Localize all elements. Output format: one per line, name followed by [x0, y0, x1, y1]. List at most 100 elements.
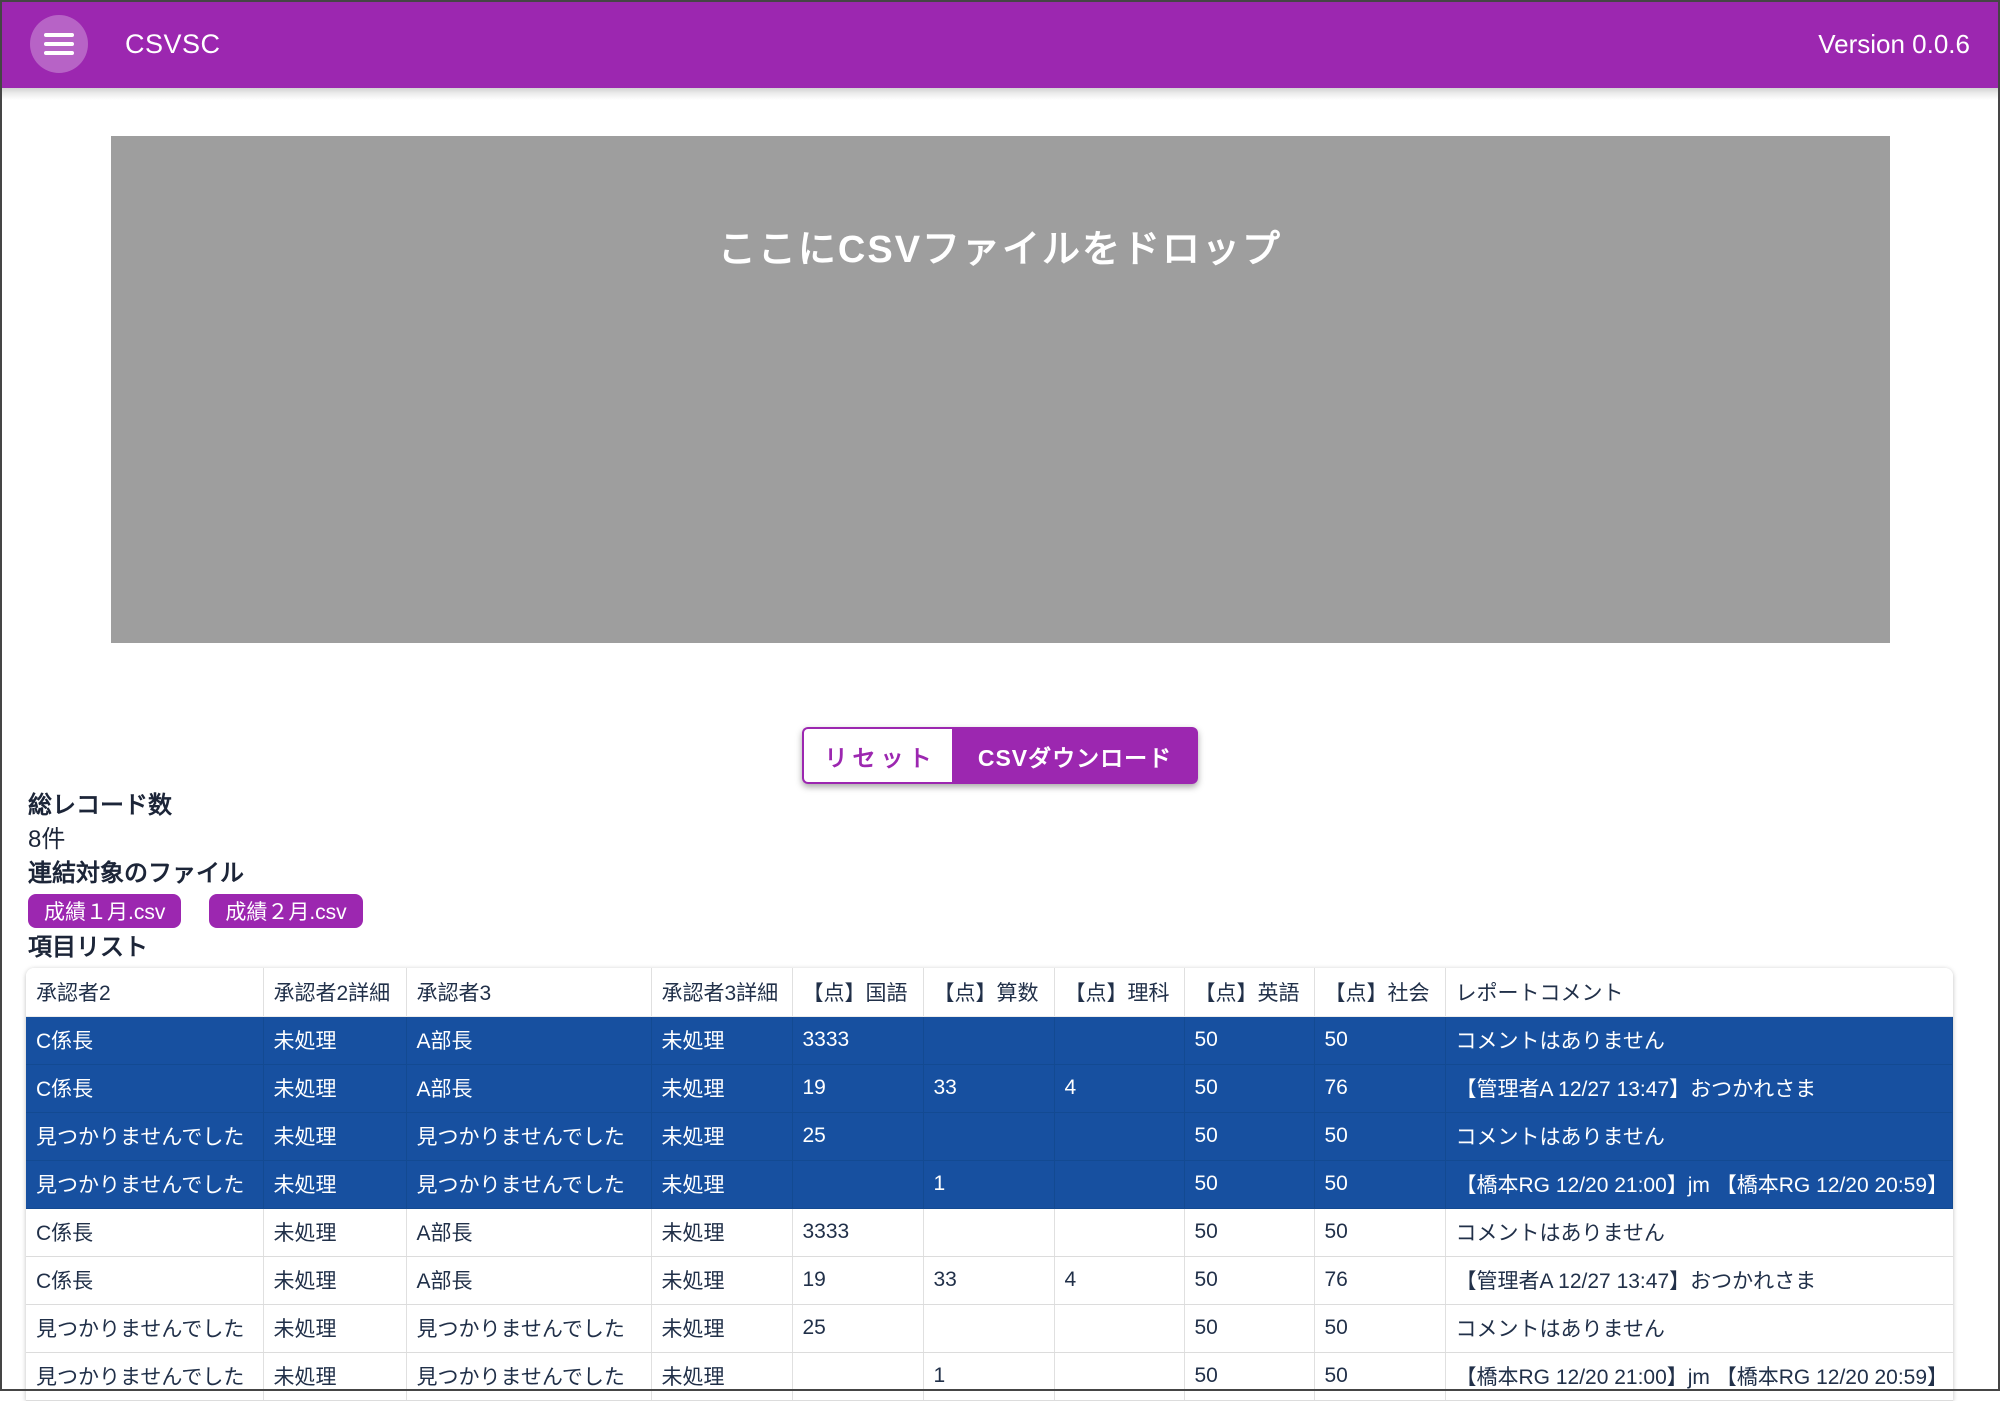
table-cell: 未処理	[651, 1064, 792, 1112]
column-header: 【点】理科	[1054, 968, 1184, 1016]
column-header: 【点】社会	[1314, 968, 1445, 1016]
table-cell	[923, 1112, 1054, 1160]
file-chips: 成績１月.csv成績２月.csv	[28, 894, 2000, 928]
table-cell: 見つかりませんでした	[406, 1352, 651, 1400]
menu-button[interactable]	[30, 15, 88, 73]
main-content: ここにCSVファイルをドロップ リセット CSVダウンロード 総レコード数 8件…	[0, 136, 2000, 1401]
table-cell	[1054, 1160, 1184, 1208]
app-bar-shadow	[0, 88, 2000, 100]
table-cell: コメントはありません	[1445, 1304, 1953, 1352]
table-cell: A部長	[406, 1064, 651, 1112]
table-cell: A部長	[406, 1208, 651, 1256]
items-table-container: 承認者2承認者2詳細承認者3承認者3詳細【点】国語【点】算数【点】理科【点】英語…	[26, 968, 1953, 1401]
table-cell: 未処理	[651, 1016, 792, 1064]
table-cell	[1054, 1112, 1184, 1160]
column-header: 【点】算数	[923, 968, 1054, 1016]
table-cell: 未処理	[651, 1208, 792, 1256]
table-cell: 50	[1314, 1304, 1445, 1352]
table-cell: 50	[1184, 1352, 1314, 1400]
version-label: Version 0.0.6	[1818, 29, 1970, 60]
table-cell: 50	[1184, 1208, 1314, 1256]
app-bar: CSVSC Version 0.0.6	[0, 0, 2000, 88]
table-cell: 3333	[792, 1016, 923, 1064]
table-cell: 19	[792, 1256, 923, 1304]
table-cell: 50	[1184, 1016, 1314, 1064]
table-cell: 見つかりませんでした	[406, 1304, 651, 1352]
table-cell: 見つかりませんでした	[406, 1112, 651, 1160]
reset-button[interactable]: リセット	[802, 727, 952, 784]
table-cell: 【管理者A 12/27 13:47】おつかれさま	[1445, 1064, 1953, 1112]
table-cell: 50	[1314, 1016, 1445, 1064]
total-records-value: 8件	[28, 826, 2000, 854]
table-row[interactable]: 見つかりませんでした未処理見つかりませんでした未処理15050【橋本RG 12/…	[26, 1352, 1953, 1400]
table-cell: 50	[1314, 1352, 1445, 1400]
csv-dropzone[interactable]: ここにCSVファイルをドロップ	[111, 136, 1890, 643]
table-cell	[1054, 1208, 1184, 1256]
table-cell: 1	[923, 1160, 1054, 1208]
items-table: 承認者2承認者2詳細承認者3承認者3詳細【点】国語【点】算数【点】理科【点】英語…	[26, 968, 1953, 1401]
table-cell: 見つかりませんでした	[26, 1160, 263, 1208]
table-cell: 未処理	[651, 1304, 792, 1352]
table-row[interactable]: 見つかりませんでした未処理見つかりませんでした未処理255050コメントはありま…	[26, 1112, 1953, 1160]
table-cell	[1054, 1352, 1184, 1400]
table-cell: 4	[1054, 1256, 1184, 1304]
table-cell: 50	[1184, 1160, 1314, 1208]
table-cell: 50	[1184, 1064, 1314, 1112]
column-header: 承認者2詳細	[263, 968, 406, 1016]
table-cell: 3333	[792, 1208, 923, 1256]
table-row[interactable]: 見つかりませんでした未処理見つかりませんでした未処理15050【橋本RG 12/…	[26, 1160, 1953, 1208]
table-row[interactable]: C係長未処理A部長未処理33335050コメントはありません	[26, 1208, 1953, 1256]
table-cell: 33	[923, 1256, 1054, 1304]
table-cell: 未処理	[651, 1160, 792, 1208]
table-cell: 未処理	[263, 1160, 406, 1208]
table-cell: 未処理	[651, 1256, 792, 1304]
table-cell: 未処理	[263, 1112, 406, 1160]
summary-section: 総レコード数 8件 連結対象のファイル 成績１月.csv成績２月.csv 項目リ…	[28, 792, 2000, 962]
table-cell: C係長	[26, 1064, 263, 1112]
items-list-label: 項目リスト	[28, 934, 2000, 962]
table-cell: 見つかりませんでした	[26, 1304, 263, 1352]
table-cell: コメントはありません	[1445, 1112, 1953, 1160]
table-cell: 50	[1184, 1304, 1314, 1352]
file-chip: 成績１月.csv	[28, 894, 181, 928]
table-row[interactable]: C係長未処理A部長未処理193345076【管理者A 12/27 13:47】お…	[26, 1256, 1953, 1304]
files-label: 連結対象のファイル	[28, 860, 2000, 888]
column-header: 承認者3	[406, 968, 651, 1016]
csv-download-button[interactable]: CSVダウンロード	[952, 727, 1198, 784]
table-cell: 25	[792, 1304, 923, 1352]
table-cell	[792, 1160, 923, 1208]
table-cell: 50	[1314, 1208, 1445, 1256]
table-cell: 25	[792, 1112, 923, 1160]
table-cell: C係長	[26, 1016, 263, 1064]
hamburger-icon	[44, 28, 74, 60]
table-cell: 4	[1054, 1064, 1184, 1112]
column-header: 承認者3詳細	[651, 968, 792, 1016]
table-cell: コメントはありません	[1445, 1208, 1953, 1256]
table-row[interactable]: 見つかりませんでした未処理見つかりませんでした未処理255050コメントはありま…	[26, 1304, 1953, 1352]
table-cell: 【管理者A 12/27 13:47】おつかれさま	[1445, 1256, 1953, 1304]
table-cell: 50	[1314, 1112, 1445, 1160]
table-cell	[792, 1352, 923, 1400]
table-cell: A部長	[406, 1256, 651, 1304]
table-cell: 50	[1184, 1256, 1314, 1304]
table-cell: 76	[1314, 1064, 1445, 1112]
table-cell	[1054, 1304, 1184, 1352]
table-cell: 未処理	[263, 1064, 406, 1112]
table-cell: 未処理	[263, 1304, 406, 1352]
table-cell: 1	[923, 1352, 1054, 1400]
table-row[interactable]: C係長未処理A部長未処理33335050コメントはありません	[26, 1016, 1953, 1064]
dropzone-label: ここにCSVファイルをドロップ	[111, 218, 1890, 273]
table-body: C係長未処理A部長未処理33335050コメントはありませんC係長未処理A部長未…	[26, 1016, 1953, 1400]
table-cell: 未処理	[651, 1112, 792, 1160]
table-cell: 50	[1314, 1160, 1445, 1208]
table-header-row: 承認者2承認者2詳細承認者3承認者3詳細【点】国語【点】算数【点】理科【点】英語…	[26, 968, 1953, 1016]
total-records-label: 総レコード数	[28, 792, 2000, 820]
table-cell: 76	[1314, 1256, 1445, 1304]
table-cell	[923, 1016, 1054, 1064]
column-header: 【点】国語	[792, 968, 923, 1016]
table-cell: 未処理	[263, 1256, 406, 1304]
table-row[interactable]: C係長未処理A部長未処理193345076【管理者A 12/27 13:47】お…	[26, 1064, 1953, 1112]
table-cell: 見つかりませんでした	[26, 1352, 263, 1400]
column-header: 承認者2	[26, 968, 263, 1016]
table-cell	[923, 1304, 1054, 1352]
